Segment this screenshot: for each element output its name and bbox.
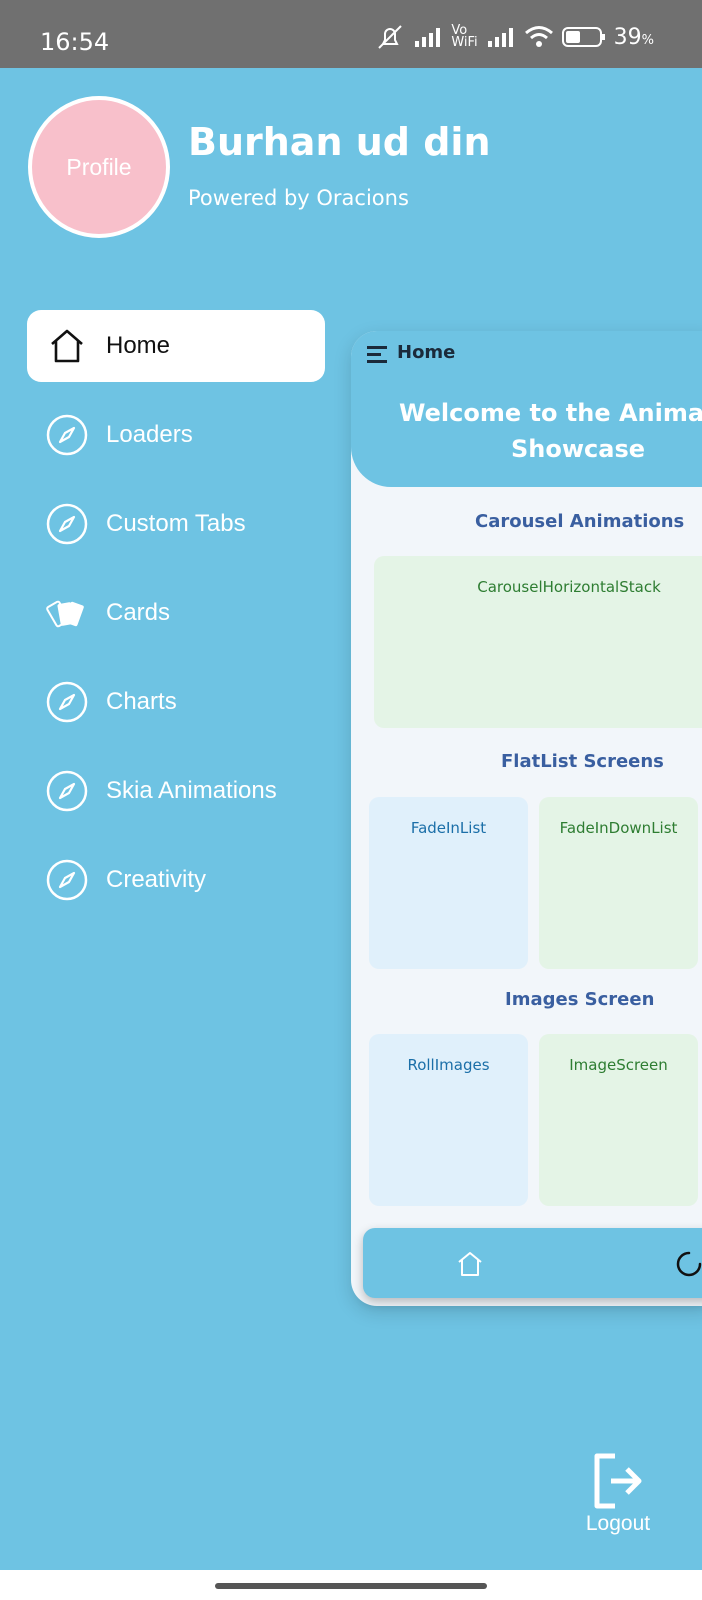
drawer-item-label: Custom Tabs	[106, 510, 246, 537]
compass-icon	[45, 680, 89, 724]
section-title: Images Screen	[505, 989, 655, 1010]
carousel-horizontal-stack-tile[interactable]: CarouselHorizontalStack	[374, 556, 702, 728]
drawer-item-label: Home	[106, 332, 171, 359]
section-title: FlatList Screens	[501, 751, 664, 772]
battery-percent: 39%	[613, 24, 654, 50]
wifi-icon	[524, 25, 554, 49]
cards-icon	[45, 591, 89, 635]
bottom-tab-bar	[363, 1228, 702, 1298]
battery-icon	[561, 26, 606, 48]
roll-images-tile[interactable]: RollImages	[369, 1034, 528, 1206]
compass-icon	[45, 769, 89, 813]
welcome-banner: Welcome to the Anima Showcase	[351, 377, 702, 487]
status-time: 16:54	[40, 28, 110, 56]
fade-in-down-list-tile[interactable]: FadeInDownList	[539, 797, 698, 969]
preview-header: Home	[351, 331, 702, 378]
status-icons: Vo WiFi 39%	[375, 24, 654, 50]
preview-header-title: Home	[397, 342, 456, 363]
drawer-item-label: Loaders	[106, 421, 193, 448]
drawer-item-label: Creativity	[106, 866, 207, 893]
drawer-item-loaders[interactable]: Loaders	[27, 399, 325, 471]
drawer-item-label: Cards	[106, 599, 171, 626]
logout-icon	[572, 1452, 664, 1510]
menu-icon[interactable]	[367, 345, 389, 368]
welcome-title-line2: Showcase	[511, 435, 646, 463]
vowifi-icon: Vo WiFi	[451, 23, 478, 50]
signal-icon	[413, 27, 443, 47]
compass-icon	[45, 858, 89, 902]
drawer-nav: Home Loaders Custom Tabs Cards Charts Sk…	[27, 310, 325, 933]
user-subtitle: Powered by Oracions	[188, 186, 409, 210]
drawer-item-creativity[interactable]: Creativity	[27, 844, 325, 916]
loader-icon[interactable]	[675, 1250, 702, 1283]
signal-icon	[486, 27, 516, 47]
drawer-item-label: Charts	[106, 688, 177, 715]
logout-label: Logout	[585, 1512, 651, 1535]
avatar-label: Profile	[66, 153, 132, 180]
user-name: Burhan ud din	[188, 120, 491, 164]
drawer-item-cards[interactable]: Cards	[27, 577, 325, 649]
status-bar: 16:54 Vo WiFi 39%	[0, 0, 702, 68]
mute-icon	[375, 24, 405, 50]
drawer-item-home[interactable]: Home	[27, 310, 325, 382]
home-icon	[45, 324, 89, 368]
drawer-item-custom-tabs[interactable]: Custom Tabs	[27, 488, 325, 560]
main-screen-preview[interactable]: Home Welcome to the Anima Showcase Carou…	[351, 331, 702, 1306]
welcome-title-line1: Welcome to the Anima	[399, 399, 702, 427]
drawer-item-skia-animations[interactable]: Skia Animations	[27, 755, 325, 827]
compass-icon	[45, 502, 89, 546]
fade-in-list-tile[interactable]: FadeInList	[369, 797, 528, 969]
home-icon[interactable]	[456, 1250, 484, 1283]
section-title: Carousel Animations	[475, 511, 685, 532]
gesture-handle[interactable]	[215, 1583, 487, 1589]
logout-button[interactable]: Logout	[572, 1452, 664, 1536]
avatar[interactable]: Profile	[28, 96, 170, 238]
image-screen-tile[interactable]: ImageScreen	[539, 1034, 698, 1206]
compass-icon	[45, 413, 89, 457]
drawer-item-charts[interactable]: Charts	[27, 666, 325, 738]
drawer-item-label: Skia Animations	[106, 777, 277, 804]
